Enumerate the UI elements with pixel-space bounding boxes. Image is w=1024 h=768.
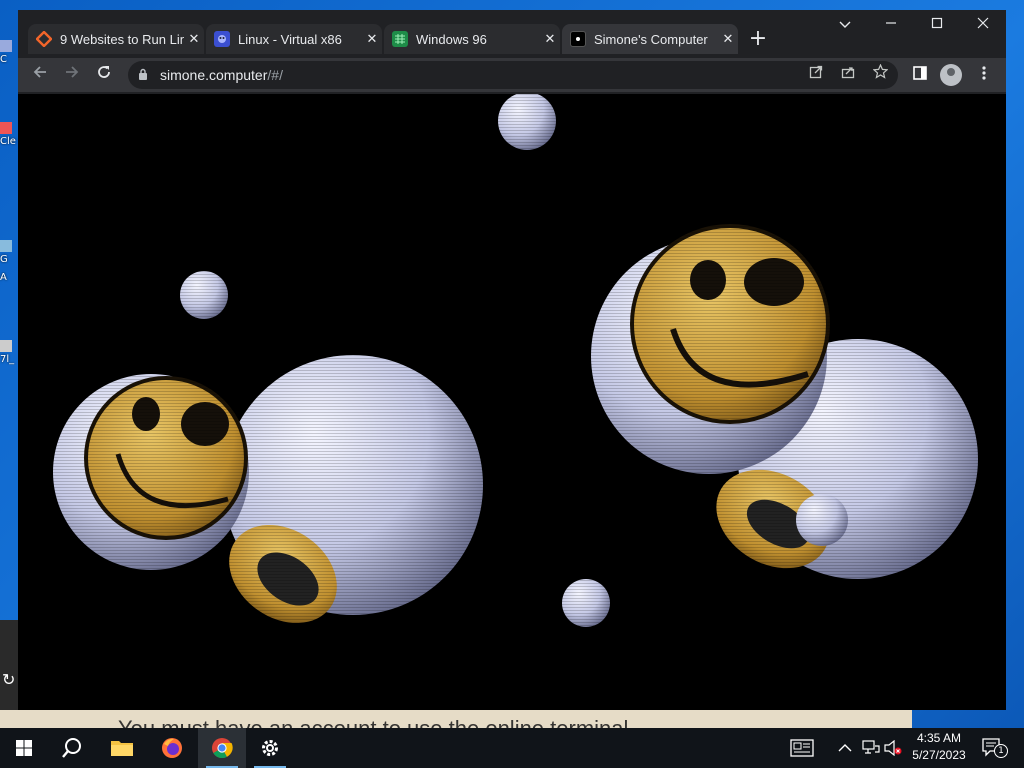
windows-logo-icon	[16, 740, 32, 756]
gear-icon	[262, 740, 278, 756]
forward-button[interactable]	[60, 63, 84, 87]
search-button[interactable]	[48, 728, 96, 768]
share-icon	[841, 67, 855, 79]
tab-websites-linux[interactable]: 9 Websites to Run Linux ✕	[28, 24, 204, 54]
tab-linux-virtual[interactable]: Linux - Virtual x86 ✕	[206, 24, 382, 54]
back-button[interactable]	[28, 63, 52, 87]
tab-simones-computer[interactable]: Simone's Computer ✕	[562, 24, 738, 54]
close-icon	[977, 17, 989, 29]
desktop-icon-label: 7l_	[0, 354, 15, 365]
desktop-icon[interactable]: G	[0, 240, 18, 265]
news-widget-icon[interactable]	[790, 739, 814, 761]
background-page-strip: You must have an account to use the onli…	[0, 710, 912, 728]
chrome-icon	[212, 738, 233, 759]
notification-center-button[interactable]: 1	[982, 738, 1008, 762]
star-icon	[872, 63, 888, 79]
app-icon	[0, 340, 12, 352]
chrome-button[interactable]	[198, 728, 246, 768]
folder-icon	[111, 741, 133, 756]
scanline-overlay	[18, 94, 1006, 710]
app-icon	[0, 122, 12, 134]
open-external-icon	[809, 65, 823, 79]
desktop-icon-label: C	[0, 54, 7, 65]
desktop-icon[interactable]: C	[0, 40, 18, 65]
reload-icon	[98, 66, 110, 78]
reload-button[interactable]	[92, 63, 116, 87]
tab-title: Simone's Computer	[594, 31, 708, 47]
firefox-icon	[162, 738, 182, 758]
url-path: /#/	[267, 67, 283, 83]
background-page-text: You must have an account to use the onli…	[118, 716, 628, 728]
green-grid-icon	[392, 31, 408, 47]
kebab-menu-icon	[982, 66, 986, 80]
black-square-icon	[570, 31, 586, 47]
tab-title: Linux - Virtual x86	[238, 31, 342, 47]
desktop-icon-label: A	[0, 272, 7, 283]
arrow-right-icon	[66, 66, 79, 78]
close-tab-icon[interactable]: ✕	[362, 32, 382, 47]
url-host: simone.computer	[160, 67, 268, 83]
maximize-icon	[931, 17, 943, 29]
desktop-icon-label: G	[0, 254, 8, 265]
browser-window: 9 Websites to Run Linux ✕ Linux - Virtua…	[18, 10, 1006, 710]
maximize-button[interactable]	[914, 10, 960, 42]
clock-date: 5/27/2023	[912, 748, 966, 762]
new-tab-button[interactable]: +	[746, 28, 770, 52]
desktop-icon[interactable]: 7l_	[0, 340, 18, 365]
clock-time: 4:35 AM	[916, 731, 962, 745]
system-clock[interactable]: 4:35 AM 5/27/2023	[904, 730, 974, 764]
refresh-icon[interactable]: ↻	[2, 670, 15, 689]
side-panel-button[interactable]	[908, 63, 932, 87]
close-window-button[interactable]	[960, 10, 1006, 42]
share-button[interactable]	[836, 63, 860, 87]
notification-count-badge: 1	[994, 744, 1008, 758]
address-bar[interactable]: simone.computer/#/	[128, 61, 898, 89]
chevron-down-icon	[839, 21, 851, 28]
close-tab-icon[interactable]: ✕	[540, 32, 560, 47]
settings-button[interactable]	[246, 728, 294, 768]
orange-diamond-icon	[36, 31, 52, 47]
close-tab-icon[interactable]: ✕	[184, 32, 204, 47]
app-icon	[0, 40, 12, 52]
menu-button[interactable]	[972, 63, 996, 87]
page-viewport[interactable]	[18, 94, 1006, 710]
profile-avatar[interactable]	[940, 64, 962, 86]
taskbar: 4:35 AM 5/27/2023 1	[0, 728, 1024, 768]
tab-windows-96[interactable]: Windows 96 ✕	[384, 24, 560, 54]
network-icon[interactable]	[862, 740, 880, 760]
desktop-icon[interactable]: A	[0, 272, 18, 283]
firefox-button[interactable]	[148, 728, 196, 768]
file-explorer-button[interactable]	[98, 728, 146, 768]
tab-title: Windows 96	[416, 31, 487, 47]
desktop-icon[interactable]: Cle	[0, 122, 18, 147]
url-text: simone.computer/#/	[160, 67, 283, 83]
open-in-app-button[interactable]	[804, 63, 828, 87]
side-panel-icon	[913, 66, 927, 80]
minimize-icon	[886, 22, 896, 24]
start-button[interactable]	[0, 728, 48, 768]
tab-search-button[interactable]	[822, 10, 868, 42]
search-icon	[62, 738, 81, 758]
volume-muted-icon[interactable]	[884, 739, 902, 760]
desktop-icon-label: Cle	[0, 136, 16, 147]
tab-title: 9 Websites to Run Linux	[60, 31, 184, 47]
arrow-left-icon	[33, 66, 46, 78]
browser-toolbar: simone.computer/#/	[18, 58, 1006, 92]
blue-bug-icon	[214, 31, 230, 47]
minimize-button[interactable]	[868, 10, 914, 42]
chevron-up-icon[interactable]	[838, 741, 852, 757]
close-tab-icon[interactable]: ✕	[718, 32, 738, 47]
bookmark-button[interactable]	[868, 63, 892, 87]
lock-icon	[139, 68, 147, 80]
app-icon	[0, 240, 12, 252]
tab-strip: 9 Websites to Run Linux ✕ Linux - Virtua…	[18, 10, 1006, 58]
smiley-spheres-scene	[18, 94, 1006, 710]
background-window-edge: ↻	[0, 620, 18, 710]
